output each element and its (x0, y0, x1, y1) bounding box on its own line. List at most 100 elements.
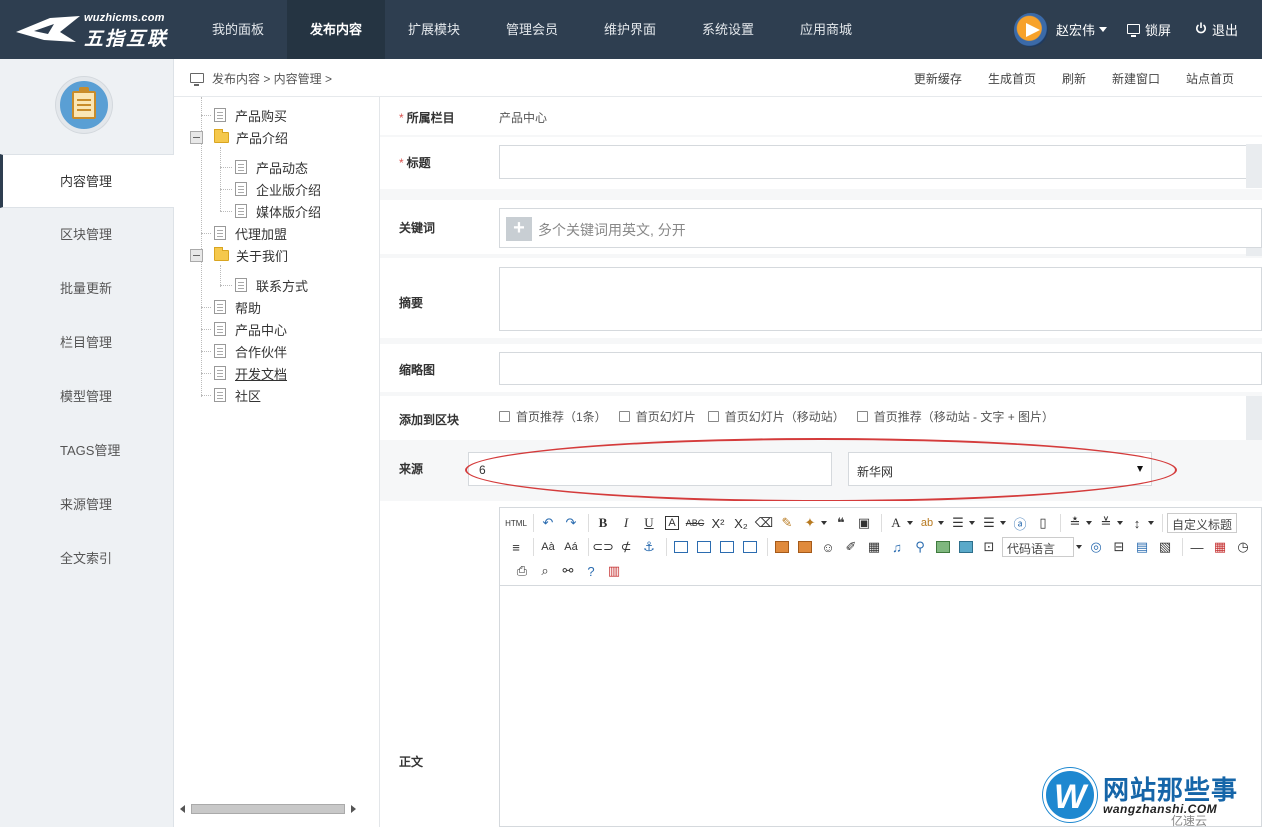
rtl-icon[interactable]: Aá (561, 537, 581, 557)
tree-item[interactable]: 帮助 (214, 296, 261, 318)
block-checkbox[interactable] (618, 411, 630, 422)
tree-item[interactable]: 联系方式 (235, 274, 308, 296)
italic-icon[interactable]: I (616, 513, 636, 533)
user-name[interactable]: 赵宏伟 (1056, 20, 1095, 39)
block-checkbox[interactable] (707, 411, 719, 422)
keywords-input[interactable]: + 多个关键词用英文, 分开 (499, 208, 1262, 248)
custom-title-select[interactable]: 自定义标题 (1167, 513, 1237, 533)
video-icon[interactable]: ▦ (864, 537, 884, 557)
sidebar-item-tags-management[interactable]: TAGS管理 (0, 424, 174, 478)
time-icon[interactable]: ◷ (1233, 537, 1253, 557)
unlink-icon[interactable]: ⊄ (616, 537, 636, 557)
image-center-icon[interactable] (740, 537, 760, 557)
sidebar-item-model-management[interactable]: 模型管理 (0, 370, 174, 424)
paste-plain-icon[interactable]: ▣ (854, 513, 874, 533)
html-source-button[interactable]: HTML (505, 513, 527, 533)
strikethrough-icon[interactable]: ABC (685, 513, 705, 533)
nav-settings[interactable]: 系统设置 (679, 0, 777, 59)
breadcrumb-text[interactable]: 发布内容 > 内容管理 > (212, 70, 332, 87)
attachment-icon[interactable]: ⚲ (910, 537, 930, 557)
image-left-icon[interactable] (694, 537, 714, 557)
select-all-icon[interactable]: ⓐ (1010, 513, 1030, 533)
format-painter-icon[interactable]: ✎ (777, 513, 797, 533)
tree-item[interactable]: 企业版介绍 (235, 178, 321, 200)
tree-item[interactable]: 产品中心 (214, 318, 287, 340)
tree-item[interactable]: 产品动态 (235, 156, 308, 178)
font-color-icon[interactable]: A (886, 513, 906, 533)
block-checkbox[interactable] (856, 411, 868, 422)
underline-icon[interactable]: U (639, 513, 659, 533)
iframe-icon[interactable]: ⊡ (979, 537, 999, 557)
template-icon[interactable]: ▤ (1132, 537, 1152, 557)
line-height-icon[interactable]: ↕ (1127, 513, 1147, 533)
tree-item[interactable]: 产品购买 (214, 104, 287, 126)
help-icon[interactable]: ? (581, 561, 601, 581)
nav-publish-content[interactable]: 发布内容 (287, 0, 385, 59)
sidebar-item-batch-update[interactable]: 批量更新 (0, 262, 174, 316)
insert-image-icon[interactable] (772, 537, 792, 557)
clear-doc-icon[interactable]: ▯ (1033, 513, 1053, 533)
scroll-left-icon[interactable] (180, 805, 185, 813)
scrawl-icon[interactable]: ✐ (841, 537, 861, 557)
generate-homepage-link[interactable]: 生成首页 (988, 70, 1036, 87)
tree-item[interactable]: 社区 (214, 384, 261, 406)
image-right-icon[interactable] (717, 537, 737, 557)
collapse-icon[interactable] (190, 249, 203, 262)
user-avatar[interactable] (1011, 10, 1050, 49)
page-break-icon[interactable]: ⊟ (1109, 537, 1129, 557)
row-spacing-top-icon[interactable]: ≛ (1065, 513, 1085, 533)
tree-item[interactable]: 开发文档 (214, 362, 287, 384)
anchor-icon[interactable]: ⚓ (639, 537, 659, 557)
code-language-select[interactable]: 代码语言 (1002, 537, 1074, 557)
justify-icon[interactable]: ≡ (506, 537, 526, 557)
ltr-icon[interactable]: Aà (538, 537, 558, 557)
word-paste-icon[interactable]: ▥ (604, 561, 624, 581)
scroll-right-icon[interactable] (351, 805, 356, 813)
map-icon[interactable] (933, 537, 953, 557)
sidebar-item-fulltext-index[interactable]: 全文索引 (0, 532, 174, 586)
tree-folder[interactable]: 关于我们 (214, 244, 288, 266)
title-input[interactable] (499, 145, 1262, 179)
horizontal-rule-icon[interactable]: — (1187, 537, 1207, 557)
print-icon[interactable]: ⎙ (512, 561, 532, 581)
nav-extensions[interactable]: 扩展模块 (385, 0, 483, 59)
logout-button[interactable]: 退出 (1195, 20, 1238, 39)
tree-item[interactable]: 合作伙伴 (214, 340, 287, 362)
block-checkbox[interactable] (499, 411, 510, 422)
unordered-list-icon[interactable]: ☰ (979, 513, 999, 533)
sidebar-item-source-management[interactable]: 来源管理 (0, 478, 174, 532)
subscript-icon[interactable]: X₂ (731, 513, 751, 533)
bold-icon[interactable]: B (593, 513, 613, 533)
sidebar-item-content-management[interactable]: 内容管理 (0, 154, 174, 208)
tree-folder[interactable]: 产品介绍 (214, 126, 288, 148)
nav-maintenance[interactable]: 维护界面 (581, 0, 679, 59)
add-keyword-button[interactable]: + (506, 217, 532, 241)
scrollbar-thumb[interactable] (191, 804, 345, 814)
image-none-icon[interactable] (671, 537, 691, 557)
new-window-link[interactable]: 新建窗口 (1112, 70, 1160, 87)
summary-textarea[interactable] (499, 267, 1262, 331)
nav-app-store[interactable]: 应用商城 (777, 0, 875, 59)
web-image-icon[interactable]: ◎ (1086, 537, 1106, 557)
font-border-icon[interactable]: A (662, 513, 682, 533)
music-icon[interactable]: ♫ (887, 537, 907, 557)
eraser-icon[interactable]: ⌫ (754, 513, 774, 533)
tree-item[interactable]: 代理加盟 (214, 222, 287, 244)
site-homepage-link[interactable]: 站点首页 (1186, 70, 1234, 87)
redo-icon[interactable]: ↷ (561, 513, 581, 533)
sidebar-item-category-management[interactable]: 栏目管理 (0, 316, 174, 370)
blockquote-icon[interactable]: ❝ (831, 513, 851, 533)
nav-members[interactable]: 管理会员 (483, 0, 581, 59)
highlight-color-icon[interactable]: ab (917, 513, 937, 533)
undo-icon[interactable]: ↶ (538, 513, 558, 533)
thumbnail-input[interactable] (499, 352, 1262, 385)
gmap-icon[interactable] (956, 537, 976, 557)
background-icon[interactable]: ▧ (1155, 537, 1175, 557)
update-cache-link[interactable]: 更新缓存 (914, 70, 962, 87)
refresh-link[interactable]: 刷新 (1062, 70, 1086, 87)
emoji-icon[interactable]: ☺ (818, 537, 838, 557)
link-icon[interactable]: ⊂⊃ (592, 537, 614, 557)
chevron-down-icon[interactable] (1098, 27, 1107, 32)
multi-image-icon[interactable] (795, 537, 815, 557)
sidebar-item-block-management[interactable]: 区块管理 (0, 208, 174, 262)
